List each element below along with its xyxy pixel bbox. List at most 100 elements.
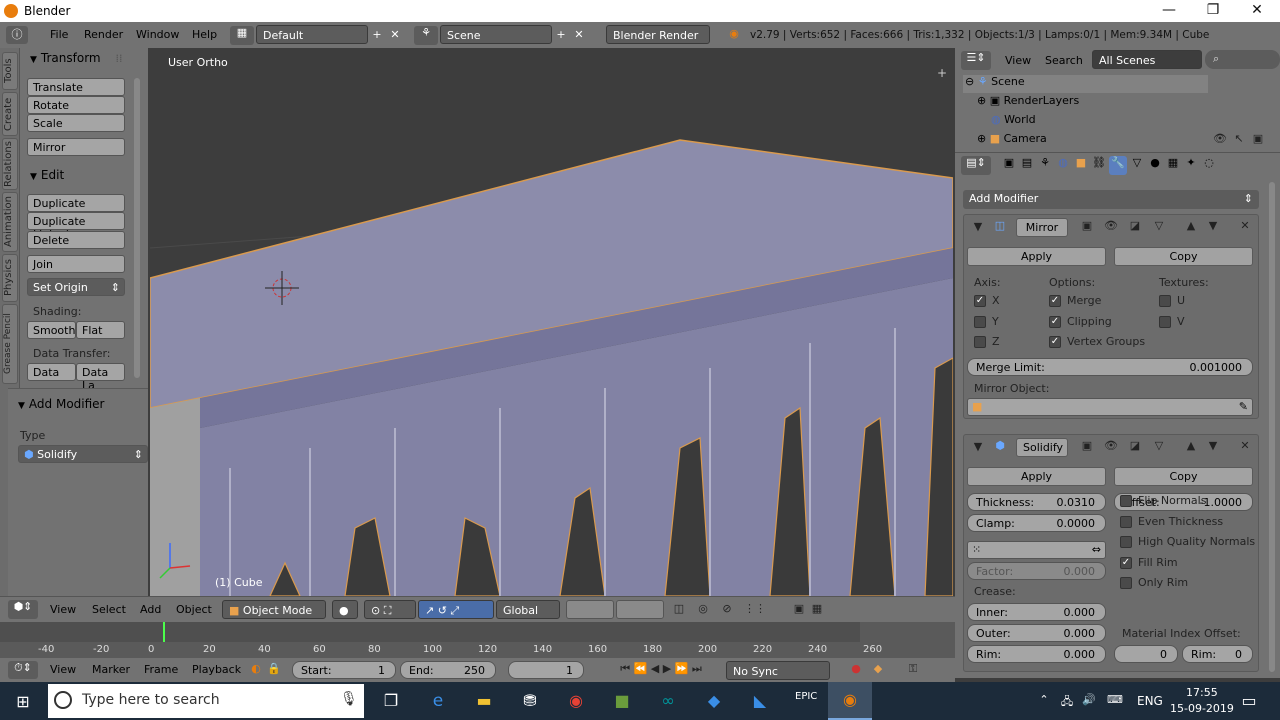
operator-panel-header[interactable]: ▼ Add Modifier — [18, 397, 105, 411]
outliner-row-world[interactable]: ◍ World — [977, 113, 1207, 131]
remove-modifier-icon[interactable]: ✕ — [1236, 219, 1254, 232]
keyboard-icon[interactable]: ⌨ — [1104, 693, 1126, 706]
transform-orientation-dropdown[interactable]: Global — [496, 600, 560, 619]
keyframe-insert-icon[interactable]: ⚿ — [905, 662, 921, 676]
texture-tab-icon[interactable]: ▦ — [1165, 156, 1181, 175]
current-frame-field[interactable]: 1 — [508, 661, 584, 679]
mirror-axis-z-checkbox[interactable] — [974, 336, 986, 348]
frame-menu[interactable]: Frame — [144, 663, 178, 676]
menu-window[interactable]: Window — [136, 28, 179, 41]
playback-controls-icon[interactable]: ⏮ ⏪ ◀ ▶ ⏩ ⏭ — [606, 662, 716, 676]
world-tab-icon[interactable]: ◍ — [1055, 156, 1071, 175]
add-menu[interactable]: Add — [140, 603, 161, 616]
outliner-search-menu[interactable]: Search — [1045, 54, 1083, 67]
modifiers-tab-icon[interactable]: 🔧 — [1109, 156, 1127, 175]
particles-tab-icon[interactable]: ✦ — [1183, 156, 1199, 175]
render-tab-icon[interactable]: ▣ — [1001, 156, 1017, 175]
tool-shelf-scrollbar[interactable] — [134, 78, 140, 378]
mirror-copy-button[interactable]: Copy — [1114, 247, 1253, 266]
crease-rim-field[interactable]: Rim: 0.000 — [967, 645, 1106, 663]
eyedropper-icon[interactable]: ✎ — [1239, 400, 1248, 413]
flat-button[interactable]: Flat — [76, 321, 125, 339]
taskbar-search-box[interactable]: Type here to search 🎙 — [48, 684, 364, 718]
solidify-flip-normals-checkbox[interactable] — [1120, 495, 1132, 507]
viewport-eye-icon[interactable]: 👁 — [1102, 219, 1120, 232]
layout-dropdown[interactable]: Default — [256, 25, 368, 44]
outliner-search-input[interactable]: ⌕ — [1205, 50, 1280, 69]
crease-outer-field[interactable]: Outer: 0.000 — [967, 624, 1106, 642]
outliner-editor-icon[interactable]: ☰⇕ — [961, 51, 991, 70]
add-layout-icon[interactable]: + — [370, 28, 384, 41]
language-indicator[interactable]: ENG — [1137, 694, 1163, 708]
data-layers-button[interactable]: Data La — [76, 363, 125, 392]
mirror-name-field[interactable]: Mirror — [1016, 218, 1068, 237]
edge-icon[interactable]: e — [427, 691, 449, 711]
solidify-name-field[interactable]: Solidify — [1016, 438, 1068, 457]
menu-file[interactable]: File — [50, 28, 68, 41]
current-frame-marker[interactable] — [163, 622, 165, 642]
mirror-option-merge-checkbox[interactable]: ✓ — [1049, 295, 1061, 307]
mirror-object-field[interactable]: ■ ✎ — [967, 398, 1253, 416]
remove-layout-icon[interactable]: ✕ — [388, 28, 402, 41]
mirror-texture-v-checkbox[interactable] — [1159, 316, 1171, 328]
add-region-icon[interactable]: + — [937, 66, 947, 80]
properties-editor-icon[interactable]: ▤⇕ — [961, 156, 991, 175]
clock-date[interactable]: 15-09-2019 — [1170, 702, 1234, 715]
tray-chevron-icon[interactable]: ⌃ — [1036, 693, 1052, 706]
vscode-icon[interactable]: ◣ — [749, 691, 771, 710]
mirror-texture-u-checkbox[interactable] — [1159, 295, 1171, 307]
marker-menu[interactable]: Marker — [92, 663, 130, 676]
set-origin-dropdown[interactable]: Set Origin ⇕ — [27, 278, 125, 296]
move-up-icon[interactable]: ▲ — [1182, 439, 1200, 452]
minimize-icon[interactable]: — — [1154, 2, 1184, 18]
windows-start-icon[interactable]: ⊞ — [12, 692, 34, 711]
outliner-row-camera[interactable]: ⊕ ■ Camera — [977, 132, 1207, 150]
layout-grid-icon[interactable]: ▦ — [230, 26, 254, 45]
outliner-row-renderlayers[interactable]: ⊕ ▣ RenderLayers — [977, 94, 1207, 112]
merge-limit-field[interactable]: Merge Limit: 0.001000 — [967, 358, 1253, 376]
solidify-high-quality-normals-checkbox[interactable] — [1120, 536, 1132, 548]
collapse-triangle-icon[interactable]: ▼ — [972, 440, 984, 453]
editmode-toggle-icon[interactable]: ◪ — [1126, 219, 1144, 232]
tab-grease-pencil[interactable]: Grease Pencil — [2, 304, 18, 384]
scene-dropdown[interactable]: Scene — [440, 25, 552, 44]
info-editor-icon[interactable]: ⓘ — [6, 26, 28, 44]
tab-physics[interactable]: Physics — [2, 254, 18, 302]
microphone-icon[interactable]: 🎙 — [340, 691, 358, 707]
constraints-tab-icon[interactable]: ⛓ — [1091, 156, 1107, 175]
notifications-icon[interactable]: ▭ — [1238, 691, 1260, 710]
rotate-button[interactable]: Rotate — [27, 96, 125, 114]
drag-handle-icon[interactable]: ⁞⁞ — [112, 52, 126, 65]
mirror-axis-x-checkbox[interactable]: ✓ — [974, 295, 986, 307]
select-cursor-icon[interactable]: ↖ — [1232, 132, 1246, 145]
factor-field[interactable]: Factor: 0.000 — [967, 562, 1106, 580]
lock-layers-icon[interactable]: ◫ — [670, 602, 688, 615]
solidify-only-rim-checkbox[interactable] — [1120, 577, 1132, 589]
render-toggle-icon[interactable]: ▣ — [1078, 219, 1096, 232]
proportional-edit-icon[interactable]: ◎ — [694, 602, 712, 615]
solidify-apply-button[interactable]: Apply — [967, 467, 1106, 486]
material-rim-offset-field[interactable]: Rim: 0 — [1182, 645, 1253, 663]
mode-dropdown[interactable]: ■ Object Mode — [222, 600, 326, 619]
pivot-dropdown[interactable]: ⊙ ⛶ — [364, 600, 416, 619]
menu-render[interactable]: Render — [84, 28, 123, 41]
invert-icon[interactable]: ⇔ — [1092, 543, 1101, 556]
edit-panel-header[interactable]: ▼ Edit — [30, 168, 64, 182]
app-icon[interactable]: ◆ — [703, 691, 725, 710]
move-up-icon[interactable]: ▲ — [1182, 219, 1200, 232]
store-icon[interactable]: ⛃ — [519, 691, 541, 710]
join-button[interactable]: Join — [27, 255, 125, 273]
close-icon[interactable]: ✕ — [1242, 2, 1272, 18]
layers-grid-1[interactable] — [566, 600, 614, 619]
solidify-copy-button[interactable]: Copy — [1114, 467, 1253, 486]
mirror-axis-y-checkbox[interactable] — [974, 316, 986, 328]
outliner-filter-dropdown[interactable]: All Scenes — [1092, 50, 1202, 69]
start-frame-field[interactable]: Start: 1 — [292, 661, 396, 679]
tab-create[interactable]: Create — [2, 92, 18, 136]
transform-panel-header[interactable]: ▼ Transform — [30, 51, 101, 65]
move-down-icon[interactable]: ▼ — [1204, 439, 1222, 452]
duplicate-button[interactable]: Duplicate — [27, 194, 125, 212]
outliner-row-scene[interactable]: ⊖ ⚘ Scene — [963, 75, 1208, 93]
add-scene-icon[interactable]: + — [554, 28, 568, 41]
data-button[interactable]: Data — [27, 363, 76, 381]
